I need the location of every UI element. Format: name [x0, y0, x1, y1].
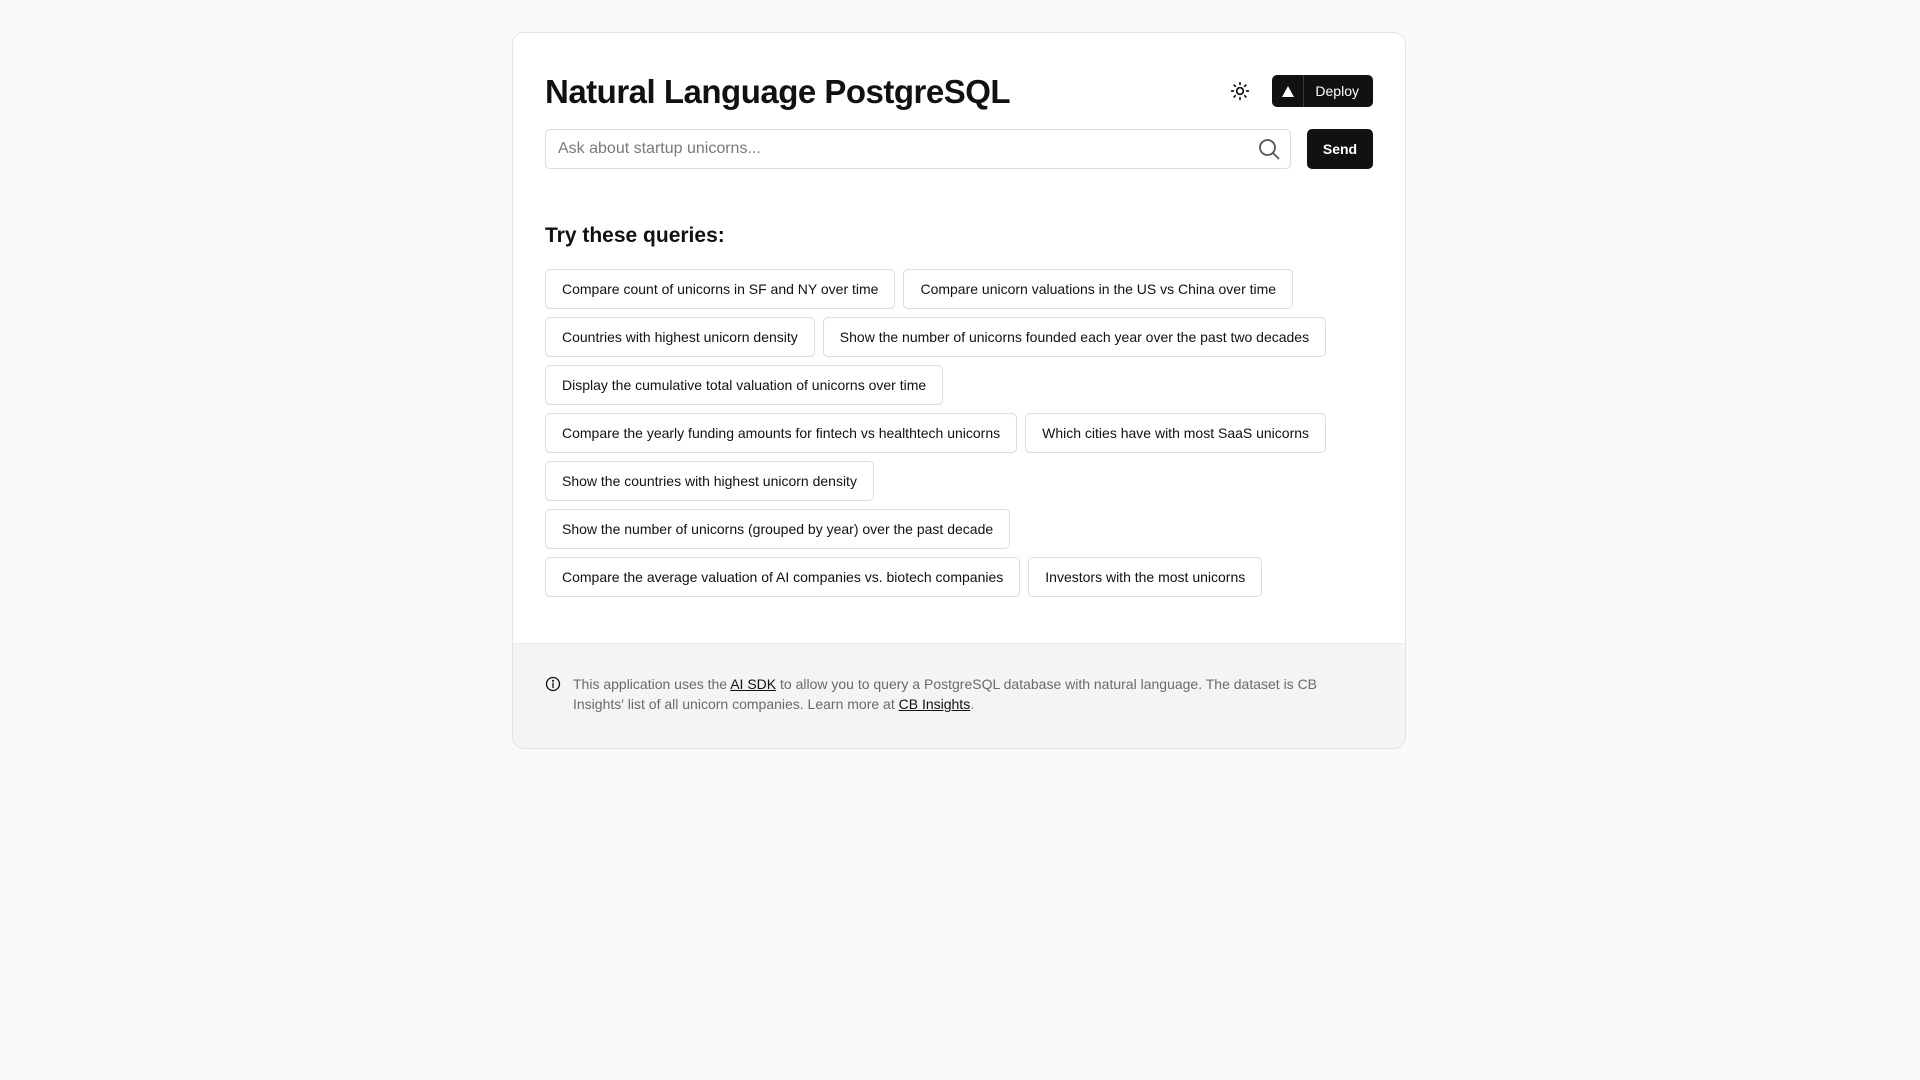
footer-text-end: . [970, 696, 975, 712]
suggestion-chip[interactable]: Compare the average valuation of AI comp… [545, 557, 1021, 597]
suggestion-row: Compare count of unicorns in SF and NY o… [545, 269, 1294, 309]
suggestion-row: Display the cumulative total valuation o… [545, 365, 944, 405]
page-title: Natural Language PostgreSQL [545, 72, 1011, 110]
deploy-label: Deploy [1315, 83, 1359, 99]
footer-text: This application uses the AI SDK to allo… [573, 674, 1345, 714]
header-actions: Deploy [1226, 75, 1373, 107]
suggestion-chip[interactable]: Compare count of unicorns in SF and NY o… [545, 269, 896, 309]
footer: This application uses the AI SDK to allo… [513, 643, 1405, 748]
suggestion-row: Compare the yearly funding amounts for f… [545, 413, 1327, 453]
search-box [545, 129, 1291, 169]
suggestion-chip[interactable]: Countries with highest unicorn density [545, 317, 815, 357]
theme-toggle-button[interactable] [1226, 77, 1254, 105]
suggestion-row: Show the number of unicorns (grouped by … [545, 509, 1011, 549]
deploy-button[interactable]: Deploy [1272, 75, 1373, 107]
suggestion-chip[interactable]: Which cities have with most SaaS unicorn… [1025, 413, 1327, 453]
cb-insights-link[interactable]: CB Insights [899, 696, 971, 712]
search-icon [1259, 139, 1280, 160]
suggestion-chip[interactable]: Investors with the most unicorns [1028, 557, 1263, 597]
main-card: Natural Language PostgreSQL Deploy Ask a… [512, 32, 1406, 749]
search-bar: Send [545, 129, 1373, 169]
suggestion-chip[interactable]: Show the countries with highest unicorn … [545, 461, 874, 501]
sun-icon [1231, 81, 1250, 101]
triangle-icon [1272, 75, 1305, 107]
suggestion-chip[interactable]: Show the number of unicorns founded each… [822, 317, 1327, 357]
suggestion-chip[interactable]: Compare the yearly funding amounts for f… [545, 413, 1018, 453]
footer-text-start: This application uses the [573, 676, 731, 692]
header: Natural Language PostgreSQL Deploy [545, 65, 1373, 117]
suggestion-chip[interactable]: Compare unicorn valuations in the US vs … [903, 269, 1294, 309]
ai-sdk-link[interactable]: AI SDK [730, 676, 776, 692]
info-icon [545, 676, 561, 692]
suggestions-heading: Try these queries: [545, 224, 725, 247]
search-input[interactable] [545, 129, 1291, 169]
suggestion-row: Countries with highest unicorn density S… [545, 317, 1327, 357]
suggestion-row: Compare the average valuation of AI comp… [545, 557, 1263, 597]
suggestion-chip[interactable]: Display the cumulative total valuation o… [545, 365, 944, 405]
send-button[interactable]: Send [1307, 129, 1373, 169]
suggestion-chip[interactable]: Show the number of unicorns (grouped by … [545, 509, 1011, 549]
suggestion-row: Show the countries with highest unicorn … [545, 461, 874, 501]
